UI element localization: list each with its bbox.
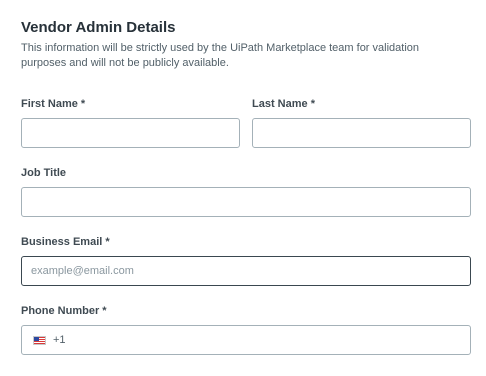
job-title-input[interactable] <box>22 188 470 216</box>
job-title-label: Job Title <box>21 167 67 179</box>
phone-number-label: Phone Number * <box>21 305 107 317</box>
us-flag-icon[interactable] <box>33 335 46 345</box>
last-name-field[interactable] <box>252 118 471 148</box>
section-title: Vendor Admin Details <box>21 19 176 36</box>
phone-input-row: +1 <box>22 326 470 354</box>
last-name-input[interactable] <box>253 119 470 147</box>
phone-number-field[interactable]: +1 <box>21 325 471 355</box>
phone-number-input[interactable] <box>65 326 470 354</box>
dial-code: +1 <box>53 334 66 346</box>
last-name-label: Last Name * <box>252 98 315 110</box>
first-name-input[interactable] <box>22 119 239 147</box>
job-title-field[interactable] <box>21 187 471 217</box>
business-email-input[interactable] <box>22 257 470 285</box>
first-name-label: First Name * <box>21 98 86 110</box>
first-name-field[interactable] <box>21 118 240 148</box>
business-email-field[interactable] <box>21 256 471 286</box>
section-description: This information will be strictly used b… <box>21 42 420 69</box>
business-email-label: Business Email * <box>21 236 110 248</box>
